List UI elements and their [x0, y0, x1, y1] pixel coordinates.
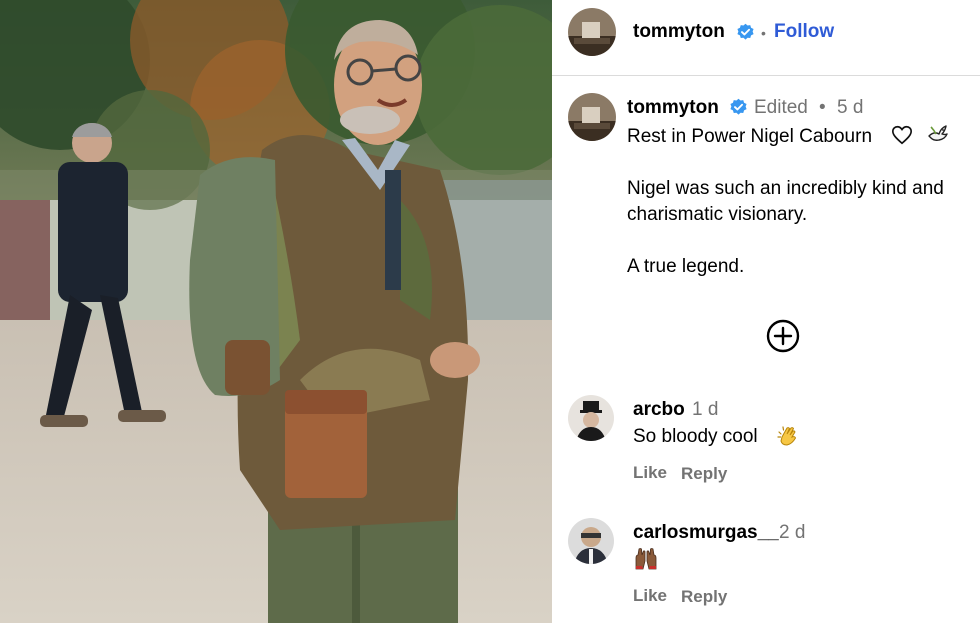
verified-badge-icon: [737, 23, 754, 40]
like-comment-button[interactable]: Like: [633, 463, 667, 483]
caption-line: Nigel was such an incredibly kind and: [627, 178, 944, 199]
caption-line: charismatic visionary.: [627, 204, 808, 225]
heart-emoji: [892, 125, 912, 145]
commenter-avatar[interactable]: [568, 395, 614, 441]
comment-username[interactable]: carlosmurgas__: [633, 522, 779, 544]
add-circle-icon[interactable]: [766, 319, 800, 353]
follow-button[interactable]: Follow: [774, 21, 834, 43]
raising-hands-emoji: [635, 548, 657, 570]
caption-line: Rest in Power Nigel Cabourn: [627, 126, 873, 147]
caption-author-avatar[interactable]: [568, 93, 616, 141]
verified-badge-icon: [730, 98, 747, 115]
edited-label: Edited: [754, 97, 808, 118]
clap-emoji: [777, 426, 797, 446]
comment-timestamp[interactable]: 1 d: [692, 399, 718, 421]
caption-username[interactable]: tommyton: [627, 97, 719, 119]
post-photo[interactable]: [0, 0, 552, 623]
commenter-avatar[interactable]: [568, 518, 614, 564]
comment-username[interactable]: arcbo: [633, 399, 685, 421]
comment-timestamp[interactable]: 2 d: [779, 522, 805, 544]
separator-dot: •: [819, 97, 826, 118]
caption-timestamp[interactable]: 5 d: [837, 97, 863, 119]
dove-emoji: [928, 125, 948, 141]
reply-comment-button[interactable]: Reply: [681, 464, 727, 484]
caption-line: A true legend.: [627, 256, 745, 277]
author-username[interactable]: tommyton: [633, 21, 725, 43]
caption-text: Rest in Power Nigel Cabourn Nigel was su…: [627, 124, 972, 280]
post-image: [0, 0, 552, 623]
post-sidebar: tommyton • Follow tommyton Edited • 5 d …: [552, 0, 980, 623]
comment-text: So bloody cool: [633, 426, 758, 447]
like-comment-button[interactable]: Like: [633, 586, 667, 606]
post-header: tommyton • Follow: [552, 0, 980, 76]
separator-dot: •: [761, 25, 766, 41]
reply-comment-button[interactable]: Reply: [681, 587, 727, 607]
author-avatar[interactable]: [568, 8, 616, 56]
